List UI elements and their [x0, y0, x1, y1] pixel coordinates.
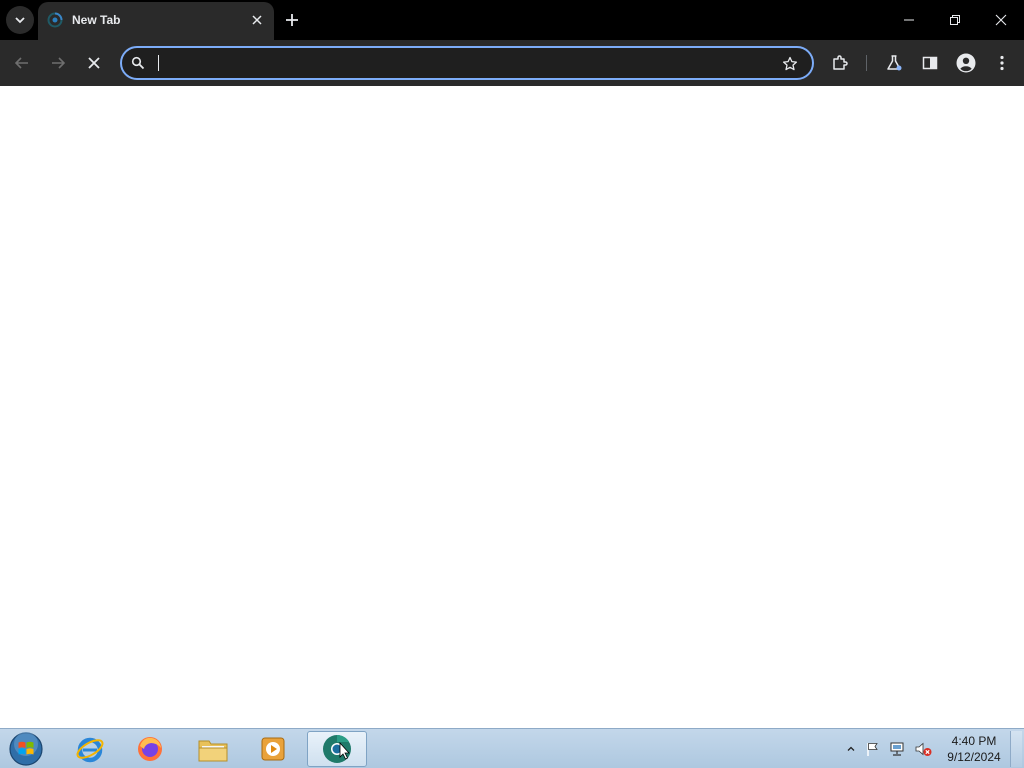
close-window-button[interactable] — [978, 0, 1024, 40]
address-input[interactable] — [156, 53, 766, 73]
show-hidden-icons-button[interactable] — [842, 740, 860, 758]
clock-time: 4:40 PM — [951, 734, 997, 748]
stop-loading-button[interactable] — [81, 50, 107, 76]
profile-button[interactable] — [953, 50, 979, 76]
bookmark-button[interactable] — [780, 54, 800, 74]
minimize-icon — [904, 19, 914, 21]
clock-date: 9/12/2024 — [947, 750, 1001, 764]
restore-icon — [950, 15, 960, 25]
windows-start-orb-icon — [9, 732, 43, 766]
minimize-button[interactable] — [886, 0, 932, 40]
taskbar-internet-explorer[interactable] — [62, 731, 118, 767]
clock[interactable]: 4:40 PM 9/12/2024 — [944, 733, 1004, 765]
system-tray — [842, 729, 942, 768]
folder-icon — [198, 740, 228, 762]
toolbar-separator — [866, 55, 867, 71]
side-panel-button[interactable] — [917, 50, 943, 76]
profile-icon — [956, 53, 976, 73]
address-bar[interactable] — [120, 46, 814, 80]
tab-title: New Tab — [72, 13, 121, 27]
action-center-button[interactable] — [864, 740, 882, 758]
tab-search-button[interactable] — [6, 6, 34, 34]
tab-new-tab[interactable]: New Tab — [38, 2, 274, 40]
internet-explorer-icon — [76, 737, 104, 763]
star-icon — [782, 56, 798, 71]
restore-button[interactable] — [932, 0, 978, 40]
media-player-icon — [261, 737, 285, 761]
puzzle-icon — [833, 55, 848, 70]
chevron-up-icon — [847, 746, 855, 751]
network-icon — [890, 742, 904, 756]
labs-button[interactable] — [881, 50, 907, 76]
arrow-right-icon — [52, 57, 66, 69]
network-button[interactable] — [888, 740, 906, 758]
close-icon — [995, 14, 1007, 26]
browser-toolbar — [0, 40, 1024, 86]
search-icon — [131, 56, 145, 70]
arrow-left-icon — [14, 57, 28, 69]
new-tab-button[interactable] — [280, 8, 304, 32]
taskbar-chrome[interactable] — [307, 731, 367, 767]
flag-icon — [867, 743, 878, 756]
taskbar-media-player[interactable] — [245, 731, 301, 767]
chrome-canary-icon — [323, 735, 351, 763]
start-button[interactable] — [6, 731, 46, 767]
taskbar-file-explorer[interactable] — [185, 731, 241, 767]
plus-icon — [286, 14, 298, 26]
kebab-menu-icon — [1000, 55, 1004, 71]
show-desktop-button[interactable] — [1010, 731, 1022, 767]
menu-button[interactable] — [989, 50, 1015, 76]
taskbar: 4:40 PM 9/12/2024 — [0, 728, 1024, 768]
firefox-icon — [138, 737, 162, 761]
tab-strip: New Tab — [0, 0, 1024, 40]
chevron-down-icon — [15, 17, 25, 24]
close-icon — [252, 15, 262, 25]
volume-button[interactable] — [914, 740, 932, 758]
back-button[interactable] — [9, 50, 35, 76]
forward-button[interactable] — [45, 50, 71, 76]
flask-icon — [887, 55, 902, 71]
text-caret — [158, 55, 159, 71]
tab-close-button[interactable] — [248, 11, 266, 29]
taskbar-firefox[interactable] — [122, 731, 178, 767]
chrome-loading-icon — [47, 12, 63, 28]
extensions-button[interactable] — [827, 50, 853, 76]
page-content[interactable] — [0, 86, 1024, 728]
stop-x-icon — [88, 57, 100, 69]
side-panel-icon — [922, 56, 938, 70]
volume-muted-icon — [915, 742, 932, 756]
desktop: New Tab 4:40 PM 9/12/2024 — [0, 0, 1024, 768]
